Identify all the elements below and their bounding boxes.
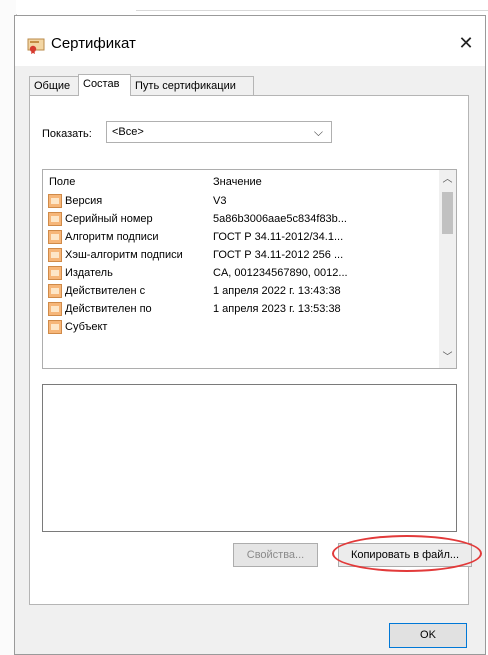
value-detail-box[interactable] [42,384,457,532]
field-name: Действителен по [65,303,152,315]
field-icon [48,284,62,298]
list-item[interactable]: Действителен по 1 апреля 2023 г. 13:53:38 [43,300,440,318]
field-value: 1 апреля 2022 г. 13:43:38 [213,285,341,297]
field-icon [48,248,62,262]
field-value: V3 [213,195,227,207]
close-button[interactable]: ✕ [455,32,477,54]
list-item[interactable]: Хэш-алгоритм подписи ГОСТ Р 34.11-2012 25… [43,246,440,264]
tab-general[interactable]: Общие [29,76,79,95]
field-name: Действителен с [65,285,146,297]
field-value: 1 апреля 2023 г. 13:53:38 [213,303,341,315]
field-name: Издатель [65,267,113,279]
field-icon [48,320,62,334]
field-icon [48,194,62,208]
field-name: Алгоритм подписи [65,231,159,243]
list-item[interactable]: Алгоритм подписи ГОСТ Р 34.11-2012/34.1..… [43,228,440,246]
field-value: ГОСТ Р 34.11-2012/34.1... [213,231,344,243]
field-value: ГОСТ Р 34.11-2012 256 ... [213,249,344,261]
title-bar: Сертификат ✕ [15,16,485,66]
field-name: Серийный номер [65,213,153,225]
field-icon [48,266,62,280]
field-name: Хэш-алгоритм подписи [65,249,183,261]
ok-button[interactable]: OK [389,623,467,648]
list-scrollbar[interactable]: ︿ ﹀ [439,170,456,368]
column-header-value[interactable]: Значение [213,176,262,188]
scroll-down-arrow-icon[interactable]: ﹀ [439,350,456,366]
tab-certification-path[interactable]: Путь сертификации [130,76,254,95]
field-value: 5a86b3006aae5c834f83b... [213,213,347,225]
field-icon [48,302,62,316]
field-name: Субъект [65,321,108,333]
list-item[interactable]: Версия V3 [43,192,440,210]
field-value: CA, 001234567890, 0012... [213,267,348,279]
scroll-up-arrow-icon[interactable]: ︿ [439,172,456,188]
background-window-top [16,0,488,14]
list-item[interactable]: Серийный номер 5a86b3006aae5c834f83b... [43,210,440,228]
list-item[interactable]: Действителен с 1 апреля 2022 г. 13:43:38 [43,282,440,300]
column-header-field[interactable]: Поле [49,176,75,188]
certificate-icon [27,38,45,54]
fields-list[interactable]: Поле Значение Версия V3 Серийный номер 5a8… [42,169,457,369]
field-name: Версия [65,195,103,207]
field-icon [48,230,62,244]
certificate-dialog: Сертификат ✕ Общие Состав Путь сертифика… [14,15,486,655]
copy-to-file-button[interactable]: Копировать в файл... [338,543,472,567]
properties-button[interactable]: Свойства... [233,543,318,567]
list-header: Поле Значение [43,170,440,192]
show-select-value: <Все> [112,126,144,138]
show-label: Показать: [42,128,92,140]
field-icon [48,212,62,226]
window-title: Сертификат [51,35,136,52]
details-panel: Показать: <Все> ⌵ Поле Значение Версия V3… [29,95,482,605]
tab-details[interactable]: Состав [78,74,131,96]
scroll-thumb[interactable] [442,192,453,234]
chevron-down-icon: ⌵ [313,125,323,139]
list-item[interactable]: Субъект [43,318,440,336]
show-select[interactable]: <Все> ⌵ [106,121,332,143]
list-item[interactable]: Издатель CA, 001234567890, 0012... [43,264,440,282]
